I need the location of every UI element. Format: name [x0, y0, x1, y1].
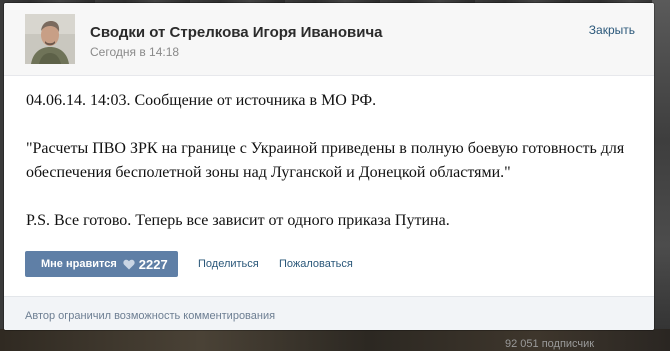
post-text: 04.06.14. 14:03. Сообщение от источника …	[26, 89, 636, 233]
post-date[interactable]: Сегодня в 14:18	[90, 45, 179, 59]
like-button[interactable]: Мне нравится 2227	[25, 251, 178, 277]
post-paragraph: "Расчеты ПВО ЗРК на границе с Украиной п…	[26, 140, 625, 181]
post-header: Сводки от Стрелкова Игоря Ивановича Сего…	[4, 3, 654, 76]
heart-icon	[123, 259, 135, 270]
post-paragraph: P.S. Все готово. Теперь все зависит от о…	[26, 212, 450, 229]
comments-footer: Автор ограничил возможность комментирова…	[4, 296, 654, 330]
background-page-edge	[652, 0, 670, 351]
comments-disabled-note: Автор ограничил возможность комментирова…	[25, 310, 276, 322]
close-button[interactable]: Закрыть	[589, 23, 635, 37]
post-paragraph: 04.06.14. 14:03. Сообщение от источника …	[26, 92, 377, 109]
post-popup: Сводки от Стрелкова Игоря Ивановича Сего…	[4, 3, 654, 330]
background-subscribers-count: 92 051 подписчик	[505, 338, 595, 350]
avatar-image	[25, 14, 75, 64]
like-label: Мне нравится	[41, 258, 117, 270]
post-actions: Мне нравится 2227 Поделиться Пожаловатьс…	[25, 251, 635, 278]
like-count: 2227	[138, 256, 168, 272]
report-link[interactable]: Пожаловаться	[279, 258, 353, 270]
share-link[interactable]: Поделиться	[198, 258, 259, 270]
post-author-name[interactable]: Сводки от Стрелкова Игоря Ивановича	[90, 24, 383, 41]
author-avatar[interactable]	[25, 14, 75, 64]
